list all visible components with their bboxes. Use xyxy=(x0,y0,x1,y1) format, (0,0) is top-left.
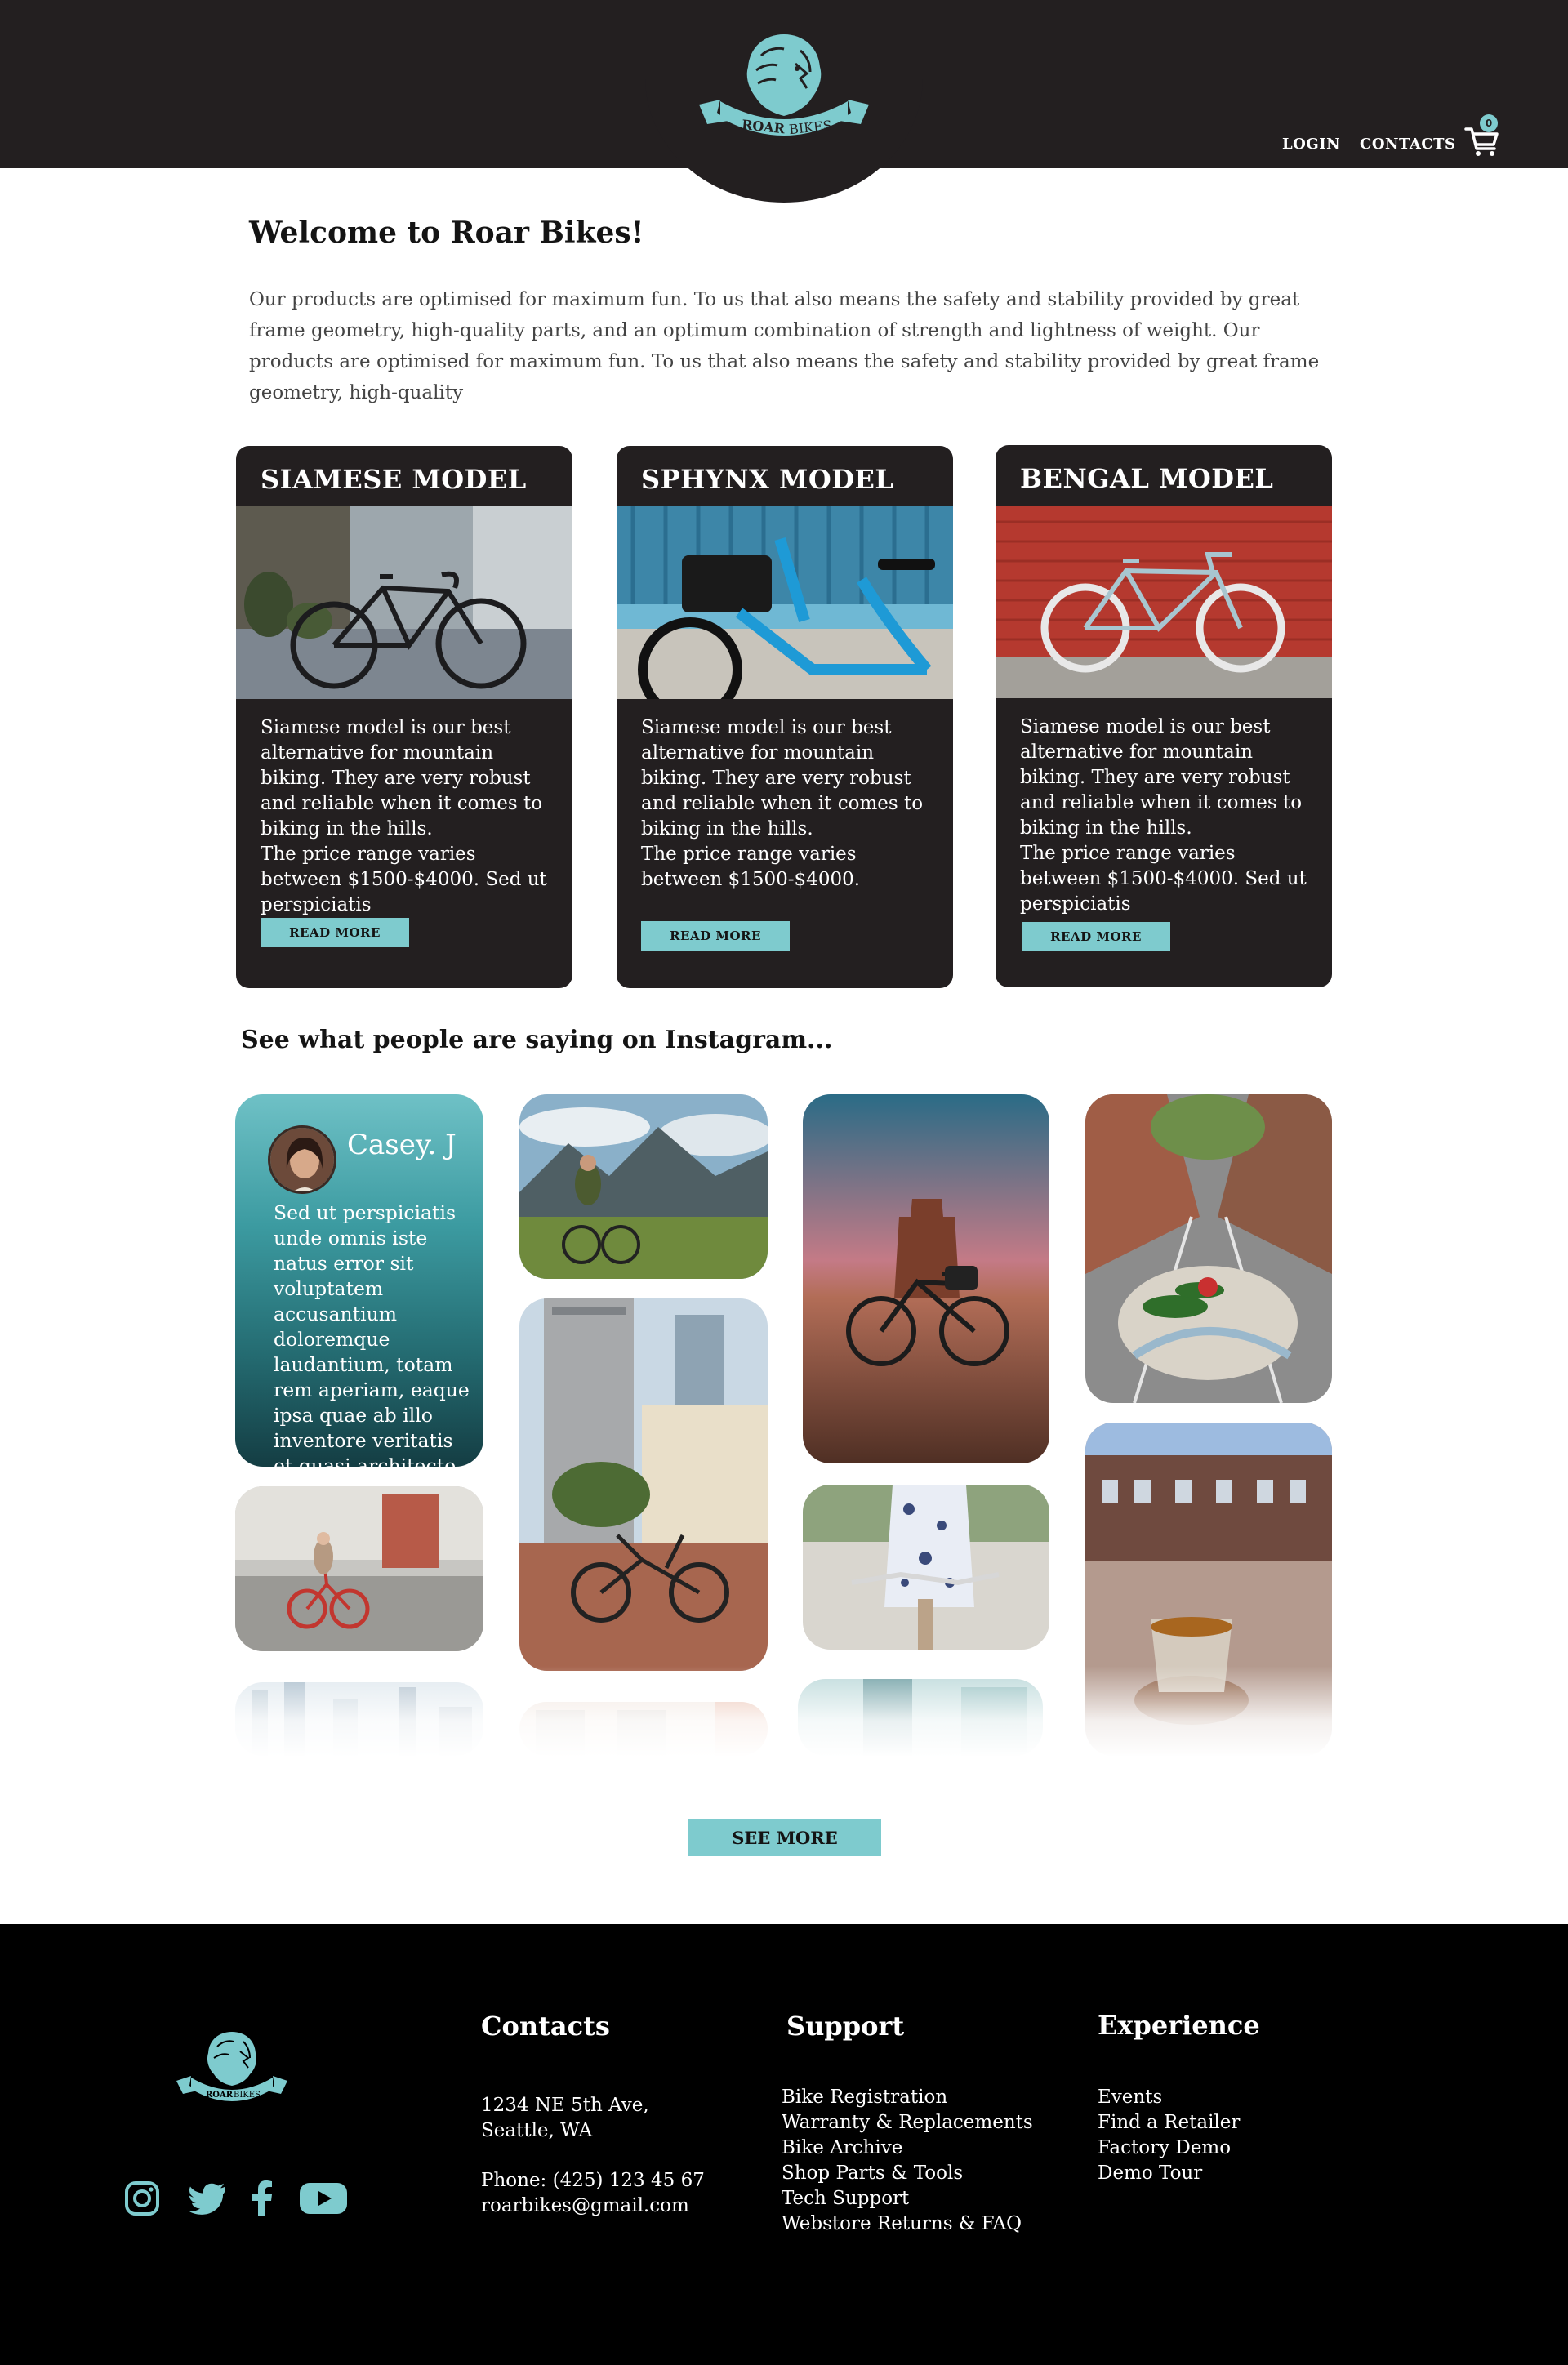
phone-link[interactable]: Phone: (425) 123 45 67 xyxy=(481,2168,705,2194)
nav-contacts-link[interactable]: CONTACTS xyxy=(1360,136,1456,153)
instagram-photo-floral-rider[interactable] xyxy=(803,1485,1049,1650)
address-line: 1234 NE 5th Ave, xyxy=(481,2095,649,2116)
footer-support-list: Bike Registration Warranty & Replacement… xyxy=(782,2085,1033,2237)
footer-experience-list: Events Find a Retailer Factory Demo Demo… xyxy=(1098,2085,1240,2186)
footer-contact-info: Phone: (425) 123 45 67 roarbikes@gmail.c… xyxy=(481,2168,705,2219)
model-card-price: The price range varies between $1500-$40… xyxy=(1020,843,1307,915)
email-link[interactable]: roarbikes@gmail.com xyxy=(481,2194,705,2219)
footer-logo-text-sub: BIKES xyxy=(234,2091,261,2100)
support-link-warranty[interactable]: Warranty & Replacements xyxy=(782,2110,1033,2136)
siamese-bike-photo xyxy=(236,506,572,699)
address-line: Seattle, WA xyxy=(481,2120,593,2141)
avatar xyxy=(268,1125,336,1194)
support-link-bike-archive[interactable]: Bike Archive xyxy=(782,2136,1033,2161)
support-link-shop-parts[interactable]: Shop Parts & Tools xyxy=(782,2161,1033,2186)
read-more-button-bengal[interactable]: READ MORE xyxy=(1022,922,1170,951)
nav-login-link[interactable]: LOGIN xyxy=(1282,136,1340,153)
model-card-siamese: SIAMESE MODEL Siamese model is our best … xyxy=(236,446,572,988)
footer-logo[interactable]: ROAR BIKES xyxy=(173,2029,291,2113)
twitter-icon[interactable] xyxy=(189,2180,227,2216)
instagram-photo-desert-bike[interactable] xyxy=(803,1094,1049,1463)
footer-logo-text-main: ROAR xyxy=(206,2091,234,2100)
model-card-bengal: BENGAL MODEL Siamese model is our best a… xyxy=(996,445,1332,987)
footer-contacts-heading: Contacts xyxy=(481,2011,610,2042)
model-card-title: BENGAL MODEL xyxy=(1020,463,1274,494)
roar-bikes-logo[interactable]: ROAR BIKES xyxy=(693,31,875,154)
bengal-bike-photo xyxy=(996,506,1332,698)
instagram-photo-mountain-hiker[interactable] xyxy=(519,1094,768,1279)
instagram-icon[interactable] xyxy=(124,2180,160,2216)
experience-link-factory-demo[interactable]: Factory Demo xyxy=(1098,2136,1240,2161)
testimonial-author: Casey. J xyxy=(347,1129,457,1161)
cart-count-badge: 0 xyxy=(1480,114,1498,132)
experience-link-find-retailer[interactable]: Find a Retailer xyxy=(1098,2110,1240,2136)
model-card-title: SPHYNX MODEL xyxy=(641,464,894,495)
model-card-description: Siamese model is our best alternative fo… xyxy=(1020,716,1303,839)
youtube-icon[interactable] xyxy=(299,2180,348,2216)
logo-text-sub: BIKES xyxy=(788,118,832,137)
model-card-price: The price range varies between $1500-$40… xyxy=(261,844,547,915)
footer-experience-heading: Experience xyxy=(1098,2010,1260,2041)
testimonial-quote: Sed ut perspiciatis unde omnis iste natu… xyxy=(274,1201,470,1467)
instagram-photo-street-cruiser[interactable] xyxy=(519,1298,768,1671)
experience-link-demo-tour[interactable]: Demo Tour xyxy=(1098,2161,1240,2186)
experience-link-events[interactable]: Events xyxy=(1098,2085,1240,2110)
model-card-sphynx: SPHYNX MODEL Siamese model is our best a… xyxy=(617,446,953,988)
support-link-bike-registration[interactable]: Bike Registration xyxy=(782,2085,1033,2110)
read-more-button-siamese[interactable]: READ MORE xyxy=(261,918,409,947)
see-more-button[interactable]: SEE MORE xyxy=(688,1819,881,1856)
welcome-paragraph: Our products are optimised for maximum f… xyxy=(249,289,1320,403)
footer-support-heading: Support xyxy=(786,2011,905,2042)
model-card-title: SIAMESE MODEL xyxy=(261,464,527,495)
model-card-description: Siamese model is our best alternative fo… xyxy=(261,717,543,840)
instagram-section-title: See what people are saying on Instagram.… xyxy=(241,1026,833,1054)
model-card-price: The price range varies between $1500-$40… xyxy=(641,844,861,890)
support-link-tech-support[interactable]: Tech Support xyxy=(782,2186,1033,2211)
support-link-returns-faq[interactable]: Webstore Returns & FAQ xyxy=(782,2211,1033,2237)
facebook-icon[interactable] xyxy=(252,2180,273,2216)
instagram-photo-city-cyclist[interactable] xyxy=(235,1486,483,1651)
page-title: Welcome to Roar Bikes! xyxy=(249,216,644,250)
footer-address: 1234 NE 5th Ave, Seattle, WA xyxy=(481,2093,649,2144)
instagram-photo-grocery-basket[interactable] xyxy=(1085,1094,1332,1403)
model-card-description: Siamese model is our best alternative fo… xyxy=(641,717,924,840)
gallery-fade-overlay xyxy=(229,1666,1339,1757)
read-more-button-sphynx[interactable]: READ MORE xyxy=(641,921,790,951)
testimonial-card[interactable]: Casey. J Sed ut perspiciatis unde omnis … xyxy=(235,1094,483,1467)
sphynx-bike-photo xyxy=(617,506,953,699)
